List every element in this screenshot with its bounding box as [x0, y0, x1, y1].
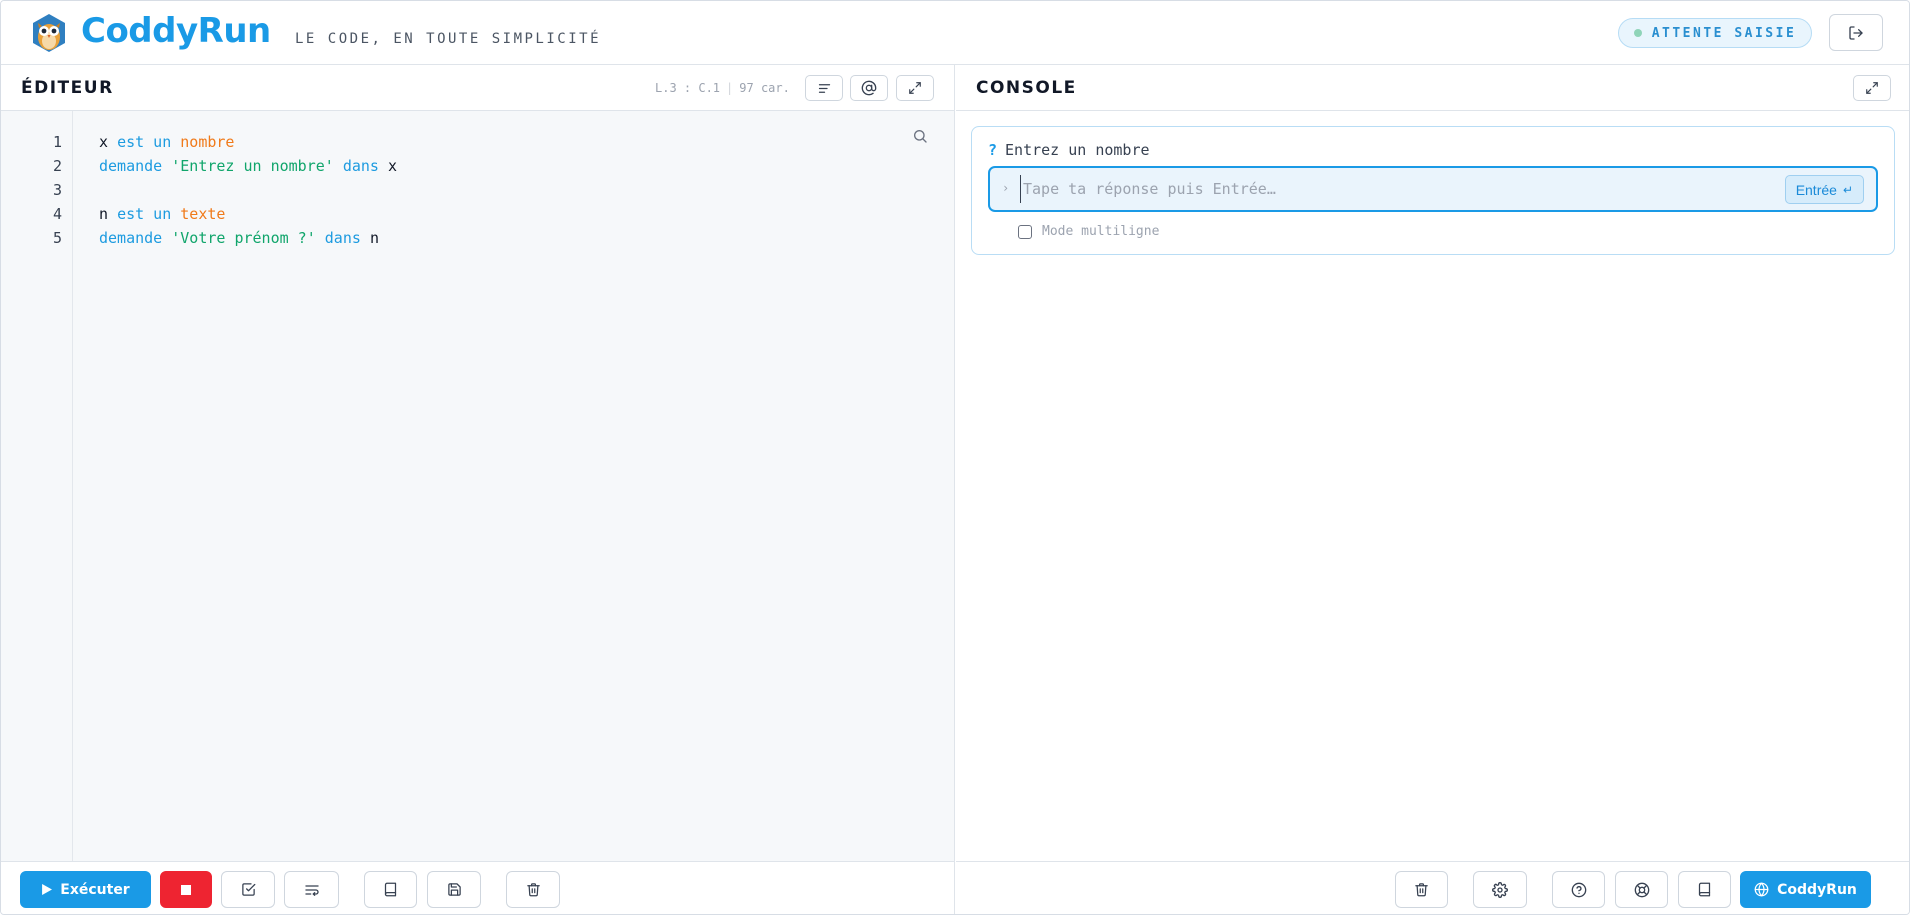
owl-logo-icon: [33, 14, 65, 52]
code-line: n est un texte: [99, 205, 225, 223]
console-panel: CONSOLE ? Entrez un nombre › Entrée ↵: [956, 65, 1909, 914]
trash-icon: [1415, 883, 1428, 897]
play-icon: [42, 884, 53, 895]
clear-console-button[interactable]: [1395, 871, 1448, 908]
code-token: demande: [99, 229, 172, 247]
chevron-right-icon: ›: [1002, 181, 1010, 195]
line-gutter: 1 2 3 4 5: [1, 111, 73, 861]
library-button[interactable]: [364, 871, 417, 908]
run-label: Exécuter: [60, 881, 130, 898]
trash-icon: [526, 883, 540, 897]
code-token: texte: [180, 205, 226, 223]
gear-icon: [1492, 881, 1508, 898]
at-sign-icon: [861, 80, 877, 96]
multiline-label: Mode multiligne: [1042, 224, 1160, 239]
question-mark-icon: ?: [988, 141, 998, 159]
support-button[interactable]: [1615, 871, 1668, 908]
code-token: est un: [117, 205, 181, 223]
multiline-toggle[interactable]: Mode multiligne: [1018, 224, 1159, 239]
coddyrun-website-button[interactable]: CoddyRun: [1740, 871, 1871, 908]
editor-toolbar: Exécuter: [1, 861, 954, 914]
editor-header: ÉDITEUR L.3 : C.1 | 97 car.: [1, 65, 954, 111]
logout-icon: [1849, 25, 1863, 40]
insert-symbol-button[interactable]: [850, 75, 888, 101]
code-token: nombre: [180, 133, 235, 151]
run-button[interactable]: Exécuter: [20, 871, 151, 908]
return-icon: ↵: [1842, 182, 1853, 197]
format-button[interactable]: [805, 75, 843, 101]
console-header: CONSOLE: [956, 65, 1909, 111]
stop-icon: [181, 884, 191, 895]
expand-icon: [1866, 82, 1878, 94]
book-icon: [1698, 882, 1711, 897]
answer-input[interactable]: [1020, 175, 1760, 203]
code-line: x est un nombre: [99, 133, 234, 151]
line-number: 4: [52, 205, 62, 223]
lifebuoy-icon: [1634, 882, 1649, 897]
multiline-checkbox[interactable]: [1018, 224, 1032, 239]
code-token: 'Votre prénom ?': [171, 229, 316, 247]
wrap-button[interactable]: [284, 871, 339, 908]
app-window: CoddyRun LE CODE, EN TOUTE SIMPLICITÉ AT…: [0, 0, 1910, 915]
code-editor[interactable]: 1 2 3 4 5 x est un nombre demande 'Entrez…: [1, 111, 954, 861]
code-line: demande 'Entrez un nombre' dans x: [99, 157, 397, 175]
code-token: x: [99, 133, 118, 151]
logout-button[interactable]: [1829, 14, 1883, 51]
search-icon[interactable]: [912, 128, 928, 144]
coddyrun-button-label: CoddyRun: [1777, 881, 1857, 898]
settings-button[interactable]: [1473, 871, 1527, 908]
expand-icon: [909, 82, 921, 94]
docs-button[interactable]: [1678, 871, 1731, 908]
submit-answer-button[interactable]: Entrée ↵: [1784, 175, 1864, 204]
stop-button[interactable]: [160, 871, 212, 908]
code-token: demande: [99, 157, 172, 175]
line-number: 1: [52, 133, 62, 151]
code-line: demande 'Votre prénom ?' dans n: [99, 229, 379, 247]
check-square-icon: [241, 883, 255, 896]
editor-panel: ÉDITEUR L.3 : C.1|97 car. 1 2 3 4 5 x: [1, 65, 955, 914]
code-token: dans: [315, 229, 370, 247]
globe-icon: [1754, 882, 1769, 897]
align-left-icon: [818, 83, 830, 93]
code-token: x: [388, 157, 398, 175]
line-number: 5: [52, 229, 62, 247]
input-prompt-card: ? Entrez un nombre › Entrée ↵ Mode multil…: [971, 126, 1895, 255]
line-number: 3: [52, 181, 62, 199]
cursor-position: L.3 : C.1: [655, 81, 721, 95]
top-header: CoddyRun LE CODE, EN TOUTE SIMPLICITÉ AT…: [1, 1, 1909, 65]
prompt-question: ? Entrez un nombre: [988, 141, 1150, 159]
status-dot-icon: [1633, 29, 1642, 37]
help-button[interactable]: [1552, 871, 1605, 908]
clear-editor-button[interactable]: [506, 871, 560, 908]
brand-tagline: LE CODE, EN TOUTE SIMPLICITÉ: [295, 31, 602, 47]
prompt-text: Entrez un nombre: [1005, 141, 1150, 159]
help-circle-icon: [1571, 882, 1586, 897]
console-output: ? Entrez un nombre › Entrée ↵ Mode multil…: [956, 111, 1909, 861]
submit-label: Entrée: [1795, 181, 1837, 198]
answer-field: › Entrée ↵: [988, 166, 1878, 212]
status-text: ATTENTE SAISIE: [1651, 25, 1797, 41]
line-number: 2: [52, 157, 62, 175]
code-token: 'Entrez un nombre': [171, 157, 334, 175]
expand-editor-button[interactable]: [896, 75, 934, 101]
save-button[interactable]: [427, 871, 481, 908]
console-toolbar: CoddyRun: [956, 861, 1909, 914]
code-token: est un: [117, 133, 181, 151]
check-button[interactable]: [221, 871, 275, 908]
brand-name: CoddyRun: [81, 11, 271, 51]
code-token: n: [99, 205, 118, 223]
wrap-text-icon: [304, 884, 319, 896]
book-icon: [384, 882, 397, 897]
char-count: 97 car.: [739, 81, 790, 95]
code-token: dans: [333, 157, 388, 175]
expand-console-button[interactable]: [1853, 75, 1891, 101]
editor-title: ÉDITEUR: [21, 78, 114, 98]
save-icon: [447, 883, 461, 896]
cursor-info: L.3 : C.1 | 97 car.: [655, 81, 790, 95]
status-badge: ATTENTE SAISIE: [1618, 18, 1812, 48]
code-token: n: [369, 229, 379, 247]
console-title: CONSOLE: [976, 78, 1077, 98]
